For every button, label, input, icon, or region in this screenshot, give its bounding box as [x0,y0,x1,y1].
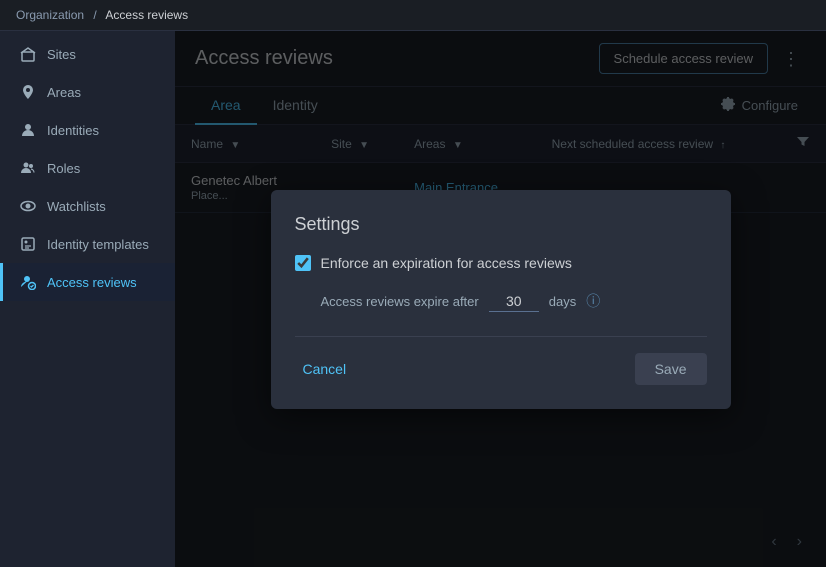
enforce-expiration-checkbox[interactable] [295,255,311,271]
sidebar-item-areas-label: Areas [47,85,81,100]
breadcrumb-separator: / [93,8,96,22]
sidebar-item-identity-templates-label: Identity templates [47,237,149,252]
sites-icon [19,45,37,63]
watchlists-icon [19,197,37,215]
sidebar-item-roles-label: Roles [47,161,80,176]
sidebar-item-access-reviews-label: Access reviews [47,275,137,290]
sidebar-item-identities-label: Identities [47,123,99,138]
sidebar-item-identities[interactable]: Identities [0,111,175,149]
enforce-expiration-row: Enforce an expiration for access reviews [295,255,707,271]
enforce-expiration-label: Enforce an expiration for access reviews [321,255,572,271]
expire-after-label: Access reviews expire after [321,294,479,309]
expire-days-input[interactable] [489,291,539,312]
dialog-title: Settings [295,214,707,235]
access-reviews-icon [19,273,37,291]
areas-icon [19,83,37,101]
breadcrumb-current: Access reviews [105,8,188,22]
days-label: days [549,294,576,309]
sidebar-item-identity-templates[interactable]: Identity templates [0,225,175,263]
sidebar-item-watchlists-label: Watchlists [47,199,106,214]
dialog-footer: Cancel Save [295,336,707,385]
content-area: Access reviews Schedule access review ⋮ … [175,31,826,567]
sidebar-item-watchlists[interactable]: Watchlists [0,187,175,225]
save-button[interactable]: Save [635,353,707,385]
breadcrumb: Organization / Access reviews [0,0,826,31]
sidebar-item-roles[interactable]: Roles [0,149,175,187]
breadcrumb-org[interactable]: Organization [16,8,84,22]
dialog-overlay: Settings Enforce an expiration for acces… [175,31,826,567]
sidebar-item-sites-label: Sites [47,47,76,62]
sidebar-item-sites[interactable]: Sites [0,35,175,73]
sidebar: Sites Areas Identities [0,31,175,567]
expire-row: Access reviews expire after days ⓘ [321,291,707,312]
identities-icon [19,121,37,139]
sidebar-item-areas[interactable]: Areas [0,73,175,111]
sidebar-item-access-reviews[interactable]: Access reviews [0,263,175,301]
info-icon: ⓘ [586,291,600,311]
roles-icon [19,159,37,177]
settings-dialog: Settings Enforce an expiration for acces… [271,190,731,409]
cancel-button[interactable]: Cancel [295,355,355,383]
identity-templates-icon [19,235,37,253]
